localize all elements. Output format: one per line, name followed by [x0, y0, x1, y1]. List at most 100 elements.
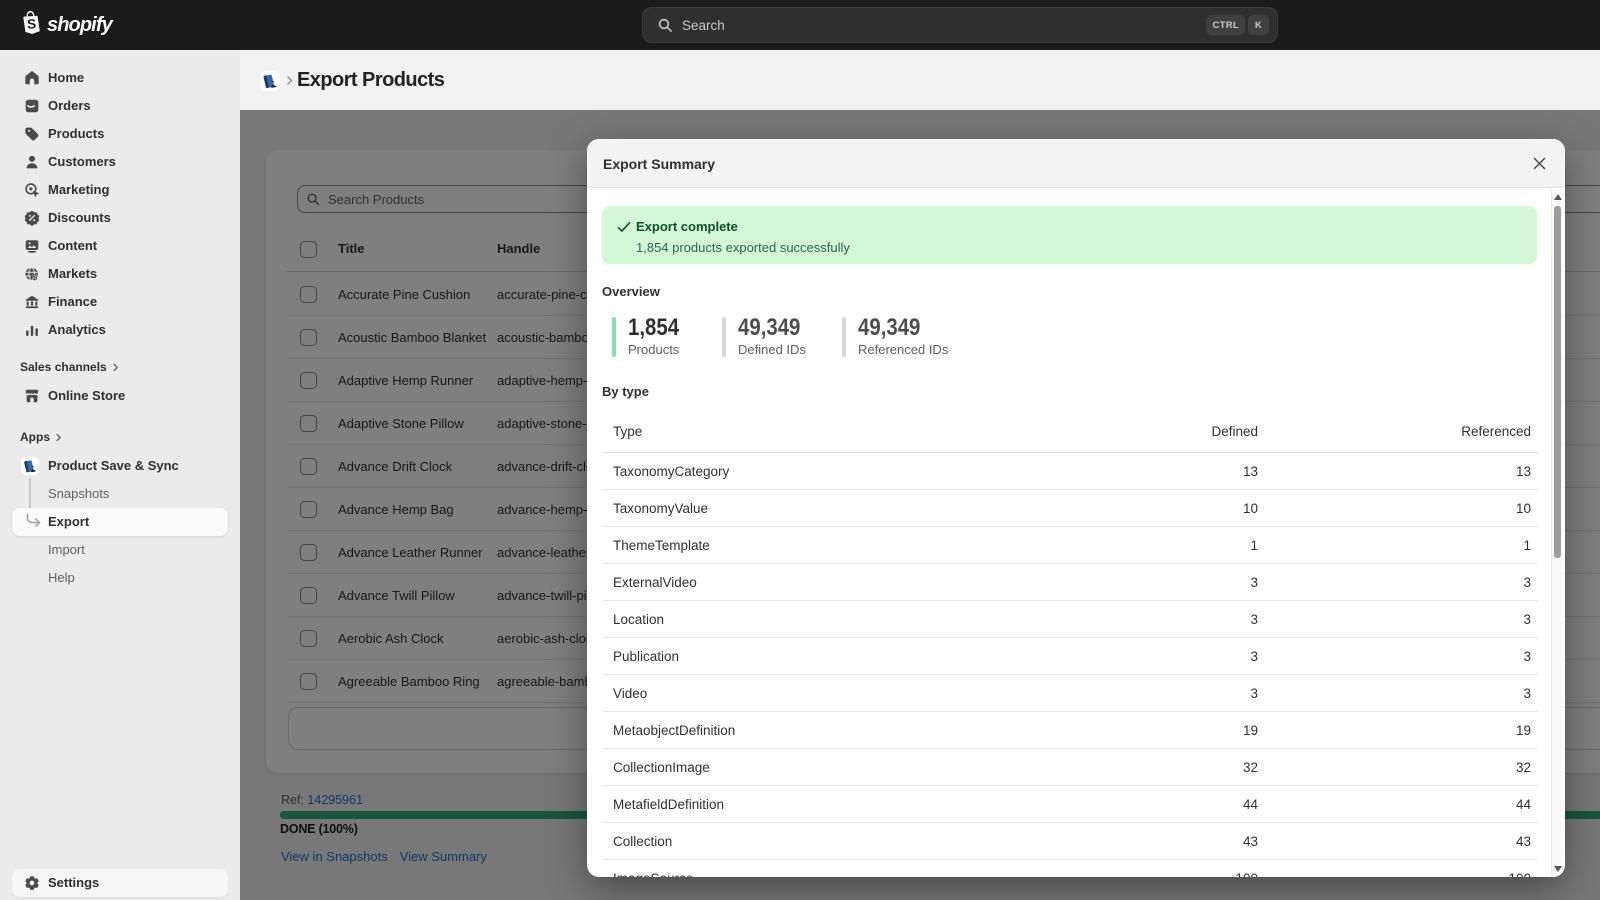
- by-type-row: MetafieldDefinition 44 44: [603, 786, 1538, 823]
- defined-count: 32: [1243, 749, 1258, 786]
- svg-text:S: S: [27, 16, 37, 31]
- by-type-row: Video 3 3: [603, 675, 1538, 712]
- sidebar-item-markets[interactable]: $ Markets: [12, 260, 228, 288]
- svg-text:$: $: [33, 273, 38, 282]
- sidebar-item-marketing[interactable]: Marketing: [12, 176, 228, 204]
- sidebar-item-customers[interactable]: Customers: [12, 148, 228, 176]
- by-type-table: TaxonomyCategory 13 13 TaxonomyValue 10 …: [603, 453, 1538, 877]
- content-icon: [23, 237, 41, 255]
- sidebar-item-discounts[interactable]: Discounts: [12, 204, 228, 232]
- referenced-count: 13: [1516, 453, 1531, 490]
- sidebar-item-settings[interactable]: Settings: [12, 869, 228, 897]
- referenced-count: 32: [1516, 749, 1531, 786]
- scrollbar-up-arrow-icon[interactable]: [1554, 194, 1562, 200]
- marketing-icon: [23, 181, 41, 199]
- page-header: Export Products: [240, 50, 1600, 110]
- breadcrumb-chevron-icon: [283, 74, 296, 87]
- by-type-row: CollectionImage 32 32: [603, 749, 1538, 786]
- by-type-row: Publication 3 3: [603, 638, 1538, 675]
- referenced-count: 3: [1523, 638, 1531, 675]
- type-name: Collection: [613, 823, 672, 860]
- orders-icon: [23, 97, 41, 115]
- stat-accent-bar: [612, 317, 616, 357]
- app-product-save-sync-icon: [21, 457, 39, 475]
- modal-scrollbar[interactable]: [1551, 189, 1563, 877]
- page-title: Export Products: [297, 50, 444, 111]
- customers-icon: [23, 153, 41, 171]
- sidebar-item-orders[interactable]: Orders: [12, 92, 228, 120]
- referenced-count: 100: [1508, 860, 1531, 877]
- by-type-heading: By type: [602, 384, 649, 399]
- defined-count: 13: [1243, 453, 1258, 490]
- type-name: TaxonomyValue: [613, 490, 708, 527]
- sidebar-item-help[interactable]: Help: [12, 564, 228, 592]
- shopify-logo[interactable]: S shopify: [19, 10, 112, 38]
- type-name: ExternalVideo: [613, 564, 697, 601]
- sidebar-item-products[interactable]: Products: [12, 120, 228, 148]
- sidebar-item-app-product-save-sync[interactable]: Product Save & Sync: [12, 452, 228, 480]
- type-name: Video: [613, 675, 647, 712]
- defined-count: 3: [1250, 675, 1258, 712]
- finance-bank-icon: [23, 293, 41, 311]
- elbow-arrow-icon: [26, 514, 42, 530]
- sidebar-item-import[interactable]: Import: [12, 536, 228, 564]
- markets-globe-icon: $: [23, 265, 41, 283]
- defined-count: 10: [1243, 490, 1258, 527]
- modal-title: Export Summary: [603, 139, 715, 190]
- sidebar-item-analytics[interactable]: Analytics: [12, 316, 228, 344]
- by-type-row: TaxonomyCategory 13 13: [603, 453, 1538, 490]
- by-type-row: ExternalVideo 3 3: [603, 564, 1538, 601]
- referenced-count: 44: [1516, 786, 1531, 823]
- chevron-right-icon: [110, 362, 121, 373]
- scrollbar-down-arrow-icon[interactable]: [1554, 866, 1562, 872]
- referenced-count: 3: [1523, 601, 1531, 638]
- sidebar-item-finance[interactable]: Finance: [12, 288, 228, 316]
- shopify-wordmark: shopify: [47, 14, 112, 37]
- type-name: ThemeTemplate: [613, 527, 710, 564]
- scrollbar-thumb[interactable]: [1554, 206, 1561, 558]
- products-tag-icon: [23, 125, 41, 143]
- sidebar-item-home[interactable]: Home: [12, 64, 228, 92]
- sidebar-item-export[interactable]: Export: [12, 508, 228, 536]
- referenced-count: 10: [1516, 490, 1531, 527]
- by-type-row: ImageSource 100 100: [603, 860, 1538, 877]
- global-search-input[interactable]: Search CTRL K: [642, 7, 1278, 43]
- defined-count: 3: [1250, 638, 1258, 675]
- overview-heading: Overview: [602, 284, 660, 299]
- storefront-icon: [23, 387, 41, 405]
- sales-channels-header[interactable]: Sales channels: [20, 359, 121, 375]
- chevron-right-icon: [53, 432, 64, 443]
- by-type-row: MetaobjectDefinition 19 19: [603, 712, 1538, 749]
- stat-accent-bar: [842, 317, 846, 357]
- banner-heading: Export complete: [636, 219, 738, 235]
- type-name: CollectionImage: [613, 749, 710, 786]
- referenced-count: 19: [1516, 712, 1531, 749]
- app-product-save-sync-icon[interactable]: [260, 71, 280, 91]
- defined-count: 100: [1235, 860, 1258, 877]
- modal-header: Export Summary: [587, 139, 1565, 188]
- defined-count: 1: [1250, 527, 1258, 564]
- export-summary-modal: Export Summary Export complete 1,854 pro…: [587, 139, 1565, 877]
- by-type-row: TaxonomyValue 10 10: [603, 490, 1538, 527]
- analytics-bars-icon: [23, 321, 41, 339]
- by-type-row: Location 3 3: [603, 601, 1538, 638]
- type-name: MetafieldDefinition: [613, 786, 724, 823]
- sidebar-item-content[interactable]: Content: [12, 232, 228, 260]
- apps-header[interactable]: Apps: [20, 429, 64, 445]
- search-placeholder: Search: [682, 18, 1206, 33]
- type-name: Publication: [613, 638, 679, 675]
- close-icon[interactable]: [1528, 152, 1550, 174]
- defined-count: 3: [1250, 564, 1258, 601]
- defined-count: 3: [1250, 601, 1258, 638]
- gear-icon: [23, 874, 41, 892]
- by-type-row: ThemeTemplate 1 1: [603, 527, 1538, 564]
- sidebar-item-online-store[interactable]: Online Store: [12, 382, 228, 410]
- type-name: MetaobjectDefinition: [613, 712, 735, 749]
- sidebar-nav: Home Orders Products Customers Marketing…: [0, 50, 240, 900]
- search-shortcut: CTRL K: [1206, 15, 1269, 35]
- referenced-count: 3: [1523, 564, 1531, 601]
- type-name: Location: [613, 601, 664, 638]
- by-type-row: Collection 43 43: [603, 823, 1538, 860]
- sidebar-item-snapshots[interactable]: Snapshots: [12, 480, 228, 508]
- top-bar: S shopify Search CTRL K: [0, 0, 1600, 50]
